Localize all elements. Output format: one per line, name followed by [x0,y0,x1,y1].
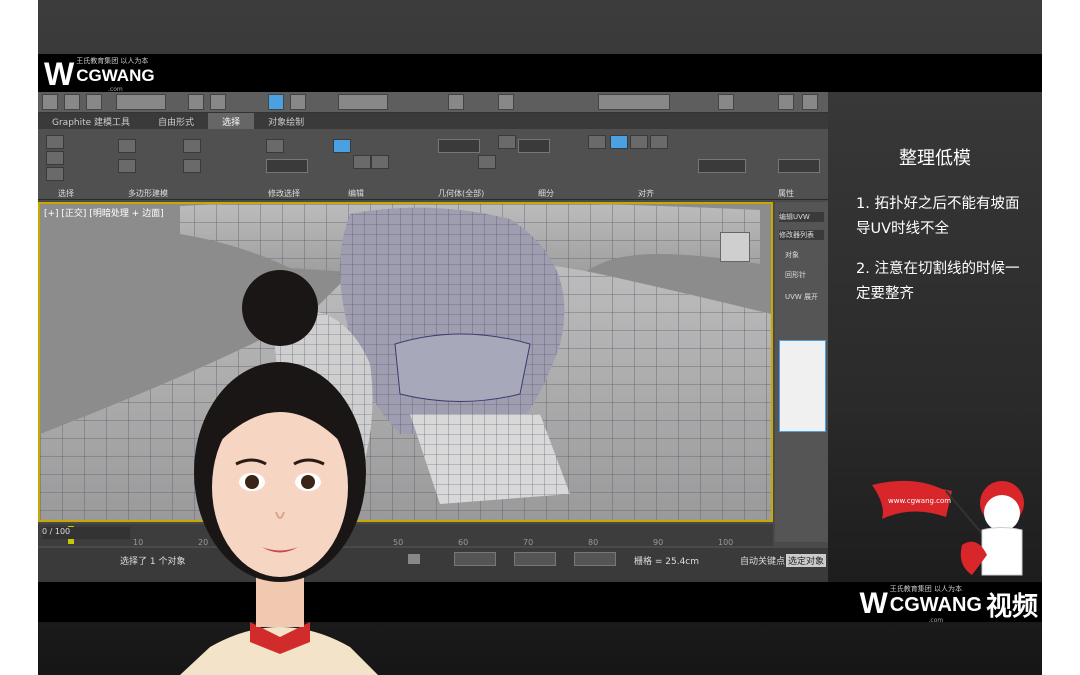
named-selection-field[interactable] [598,94,670,110]
command-panel: 编辑UVW 修改器列表 对象 回形针 UVW 展开 [775,202,828,542]
tab-selection[interactable]: 选择 [208,113,255,129]
tab-freeform[interactable]: 自由形式 [144,113,208,129]
undo-icon[interactable] [42,94,58,110]
brand-name: CGWANG [76,66,155,85]
group-label: 几何体(全部) [438,189,485,198]
viewport-label[interactable]: [+] [正交] [明暗处理 + 边面] [44,206,164,219]
select-icon[interactable] [188,94,204,110]
pivot-y-icon[interactable] [630,135,648,149]
move-icon[interactable] [268,94,284,110]
group-label: 细分 [538,189,554,198]
mascot-illustration: www.cgwang.com [862,475,1042,585]
presenter-avatar [150,262,410,675]
loop-icon[interactable] [183,159,201,173]
material-editor-icon[interactable] [718,94,734,110]
cmd-label[interactable]: 编辑UVW [779,212,824,222]
brand-name: CGWANG [889,594,982,616]
note-1: 1. 拓扑好之后不能有坡面 导UV时线不全 [856,196,1020,237]
group-label: 选择 [58,189,74,198]
by-vertex-icon[interactable] [333,139,351,153]
percent-field[interactable] [438,139,480,153]
brand-tagline: 王氏教育集团 以人为本 [889,585,962,593]
group-label: 编辑 [348,189,364,198]
ring-icon[interactable] [183,139,201,153]
cmd-label: 回形针 [785,271,806,279]
viewcube[interactable] [720,232,750,262]
tab-object-paint[interactable]: 对象绘制 [254,113,318,129]
selected-dropdown[interactable]: 选定对象 [786,554,827,567]
note-2: 2. 注意在切割线的时候一 定要整齐 [856,261,1020,302]
snap-icon[interactable] [448,94,464,110]
ruler-tick: 60 [458,538,469,547]
selection-filter-dropdown[interactable] [116,94,166,110]
ruler-tick: 100 [718,538,734,547]
region-select-icon[interactable] [210,94,226,110]
shrink-icon[interactable] [118,159,136,173]
group-label: 修改选择 [268,189,300,198]
cmd-label: UVW 展开 [785,293,819,301]
top-letterbox [38,54,1042,92]
by-normal-icon[interactable] [266,139,284,153]
ribbon-tabs: Graphite 建模工具 自由形式 选择 对象绘制 [38,113,828,129]
brand-logo-bottom: W 王氏教育集团 以人为本 CGWANG .com 视频 [859,584,1038,624]
tolerance-field[interactable] [698,159,746,173]
ruler-tick: 70 [523,538,534,547]
ribbon-panel: 选择 多边形建模 修改选择 编辑 几何体(全部) 细分 对齐 属性 [38,129,828,200]
half-icon[interactable] [588,135,606,149]
z-coord-field[interactable] [574,552,616,566]
autokey-label[interactable]: 自动关键点 [740,554,785,567]
coordinate-dropdown[interactable] [338,94,388,110]
flag-text: www.cgwang.com [888,497,951,505]
slide-title: 整理低模 [899,148,971,169]
outline-field[interactable] [778,159,820,173]
frame-counter: 0 / 100 [42,527,130,539]
w-logo-icon: W [859,587,887,620]
edge-icon[interactable] [46,151,64,165]
vertex-icon[interactable] [46,135,64,149]
pivot-z-icon[interactable] [650,135,668,149]
random-field[interactable] [518,139,550,153]
grid-label: 栅格 = 25.4cm [634,557,700,567]
cmd-label: 对象 [785,251,799,259]
mirror-icon[interactable] [498,94,514,110]
tab-graphite[interactable]: Graphite 建模工具 [38,113,144,129]
link-icon[interactable] [86,94,102,110]
group-label: 属性 [778,189,794,198]
brand-tagline: 王氏教育集团 以人为本 [76,57,149,65]
redo-icon[interactable] [64,94,80,110]
y-coord-field[interactable] [514,552,556,566]
render-icon[interactable] [778,94,794,110]
modifier-stack-list[interactable] [779,340,826,432]
video-label: 视频 [985,591,1038,622]
w-logo-icon: W [44,56,74,92]
rotate-icon[interactable] [290,94,306,110]
group-label: 多边形建模 [128,189,168,198]
brand-domain: .com [928,617,944,624]
ruler-tick: 90 [653,538,664,547]
play-icon[interactable] [478,155,496,169]
main-toolbar [38,92,828,113]
group-label: 对齐 [638,189,654,198]
face-icon[interactable] [46,167,64,181]
ruler-tick: 10 [133,538,144,547]
ribbon-group-labels: 选择 多边形建模 修改选择 编辑 几何体(全部) 细分 对齐 属性 [38,188,828,200]
grow-icon[interactable] [118,139,136,153]
angle-field[interactable] [266,159,308,173]
video-frame: W 王氏教育集团 以人为本 CGWANG .com Graphite 建模工具 … [38,0,1042,675]
axis-y-icon[interactable] [353,155,371,169]
render-frame-icon[interactable] [802,94,818,110]
x-coord-field[interactable] [454,552,496,566]
ruler-tick: 80 [588,538,599,547]
axis-z-icon[interactable] [371,155,389,169]
pivot-x-icon[interactable] [610,135,628,149]
random-icon[interactable] [498,135,516,149]
brand-logo-top: W 王氏教育集团 以人为本 CGWANG .com [44,56,155,93]
slide-notes-panel: 整理低模 1. 拓扑好之后不能有坡面 导UV时线不全 2. 注意在切割线的时候一… [828,92,1042,582]
cmd-label[interactable]: 修改器列表 [779,230,824,240]
